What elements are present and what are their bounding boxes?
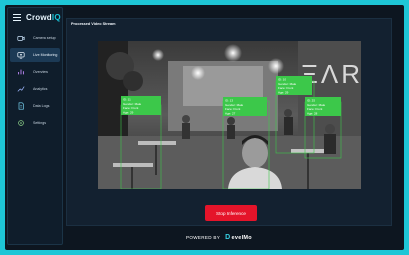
scene-table bbox=[155, 145, 157, 175]
detection-label-11: ID: 11 Gender: Male Face: Front Age: 29 bbox=[121, 96, 161, 115]
scene-person bbox=[284, 109, 292, 117]
analytics-icon bbox=[17, 86, 25, 92]
scene-table bbox=[131, 167, 133, 189]
page-title: Processed Video Stream bbox=[71, 22, 116, 26]
sidebar-item-label: Camera setup bbox=[33, 36, 56, 40]
scene-person-foreground bbox=[242, 138, 268, 168]
detection-label-10: ID: 10 Gender: Male Face: Front Age: 29 bbox=[276, 76, 312, 95]
sidebar: CrowdIQ Camera setup Live Monitoring Ove… bbox=[7, 7, 63, 245]
footer: POWERED BY DevelMo bbox=[186, 234, 252, 241]
scene-person bbox=[182, 123, 190, 139]
scene-person bbox=[227, 125, 235, 139]
scene-floor bbox=[98, 136, 361, 189]
gear-icon bbox=[18, 120, 24, 126]
scene-table bbox=[113, 163, 153, 167]
brand: CrowdIQ bbox=[8, 8, 62, 26]
detection-age: Age: 29 bbox=[123, 110, 134, 114]
powered-by-label: POWERED BY bbox=[186, 235, 221, 240]
video-frame: ΞΛRE bbox=[98, 41, 361, 189]
sidebar-item-analytics[interactable]: Analytics bbox=[10, 82, 60, 96]
scene-person bbox=[227, 117, 235, 125]
detection-age: Age: 27 bbox=[225, 111, 236, 115]
develmo-logo-text: evelMo bbox=[231, 234, 252, 241]
detection-age: Age: 29 bbox=[278, 90, 289, 94]
scene-person bbox=[284, 117, 293, 135]
scene-light bbox=[224, 44, 242, 62]
sidebar-item-label: Analytics bbox=[33, 87, 48, 91]
sidebar-item-camera-setup[interactable]: Camera setup bbox=[10, 31, 60, 45]
sidebar-item-settings[interactable]: Settings bbox=[10, 116, 60, 130]
scene-table bbox=[138, 141, 176, 145]
sidebar-item-data-logs[interactable]: Data Logs bbox=[10, 99, 60, 113]
scene-person bbox=[325, 124, 335, 134]
sidebar-item-label: Overview bbox=[33, 70, 48, 74]
overview-icon bbox=[18, 69, 24, 75]
document-icon bbox=[18, 102, 24, 110]
sidebar-item-label: Settings bbox=[33, 121, 46, 125]
develmo-logo: DevelMo bbox=[225, 234, 252, 241]
sidebar-nav: Camera setup Live Monitoring Overview An… bbox=[8, 31, 62, 130]
scene-person bbox=[182, 115, 190, 123]
scene-light bbox=[268, 58, 284, 74]
video-stream: ΞΛRE bbox=[98, 41, 361, 189]
stop-inference-button[interactable]: Stop Inference bbox=[205, 205, 257, 221]
scene-plant bbox=[123, 71, 143, 91]
hamburger-menu-icon[interactable] bbox=[13, 13, 21, 21]
sidebar-item-live-monitoring[interactable]: Live Monitoring bbox=[10, 48, 60, 62]
main-panel: Processed Video Stream ΞΛR ID: 11 Gender… bbox=[66, 18, 392, 226]
scene-person bbox=[324, 134, 336, 154]
camera-icon bbox=[17, 36, 25, 41]
scene-light bbox=[152, 49, 164, 61]
develmo-logo-icon: D bbox=[225, 234, 231, 241]
sidebar-item-label: Data Logs bbox=[33, 104, 50, 108]
scene-light bbox=[191, 66, 205, 80]
detection-label-25: ID: 25 Gender: Male Face: Front Age: 28 bbox=[305, 97, 341, 116]
sidebar-item-label: Live Monitoring bbox=[33, 53, 58, 57]
scene-table bbox=[307, 153, 309, 189]
app-logo: CrowdIQ bbox=[26, 12, 61, 22]
monitor-icon bbox=[17, 52, 25, 59]
detection-label-13: ID: 13 Gender: Male Face: Front Age: 27 bbox=[223, 97, 267, 116]
sidebar-item-overview[interactable]: Overview bbox=[10, 65, 60, 79]
detection-age: Age: 28 bbox=[307, 111, 318, 115]
scene-table bbox=[291, 149, 325, 153]
